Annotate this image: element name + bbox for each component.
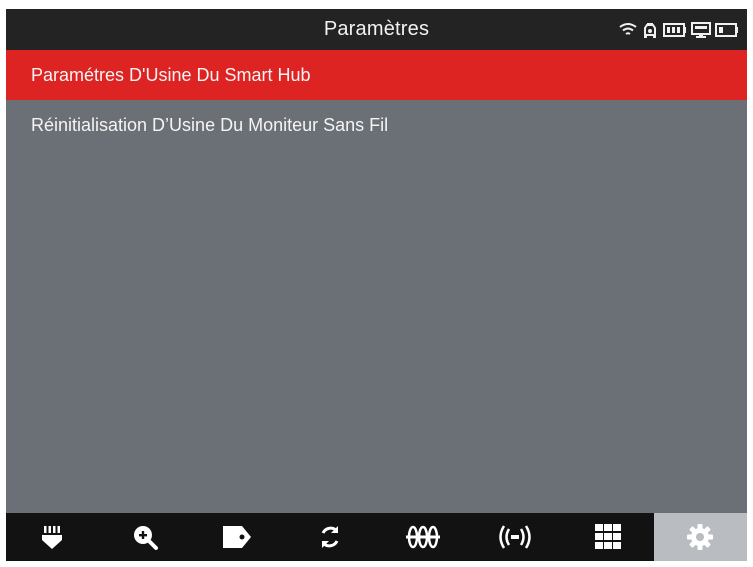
bottom-toolbar	[6, 513, 747, 561]
device-screen: Paramètres Paramétres D'Usine Du Smart H…	[6, 9, 747, 561]
toolbar-axle-button[interactable]	[376, 513, 469, 561]
status-bar	[619, 20, 739, 40]
toolbar-grid-button[interactable]	[562, 513, 655, 561]
refresh-icon	[316, 523, 344, 551]
vehicle-lock-icon	[641, 21, 659, 39]
menu-item-label: Réinitialisation D’Usine Du Moniteur San…	[31, 115, 389, 135]
gear-icon	[684, 521, 716, 553]
menu-item-label: Paramétres D'Usine Du Smart Hub	[31, 65, 311, 85]
battery-low-icon	[715, 23, 739, 37]
tpms-sensor-icon	[38, 523, 66, 551]
signal-icon	[496, 523, 534, 551]
toolbar-signal-button[interactable]	[469, 513, 562, 561]
settings-menu: Paramétres D'Usine Du Smart Hub Réinitia…	[6, 50, 747, 150]
axle-icon	[404, 524, 442, 550]
zoom-in-icon	[131, 523, 159, 551]
menu-item-smart-hub-factory-settings[interactable]: Paramétres D'Usine Du Smart Hub	[6, 50, 747, 100]
battery-icon	[663, 23, 687, 37]
title-bar: Paramètres	[6, 9, 747, 50]
monitor-icon	[691, 22, 711, 38]
toolbar-refresh-button[interactable]	[284, 513, 377, 561]
toolbar-zoom-button[interactable]	[99, 513, 192, 561]
wifi-icon	[619, 22, 637, 38]
toolbar-tpms-sensor-button[interactable]	[6, 513, 99, 561]
grid-icon	[593, 522, 623, 552]
tag-icon	[221, 524, 253, 550]
toolbar-tag-button[interactable]	[191, 513, 284, 561]
toolbar-settings-button[interactable]	[654, 513, 747, 561]
menu-item-wireless-monitor-factory-reset[interactable]: Réinitialisation D’Usine Du Moniteur San…	[6, 100, 747, 150]
